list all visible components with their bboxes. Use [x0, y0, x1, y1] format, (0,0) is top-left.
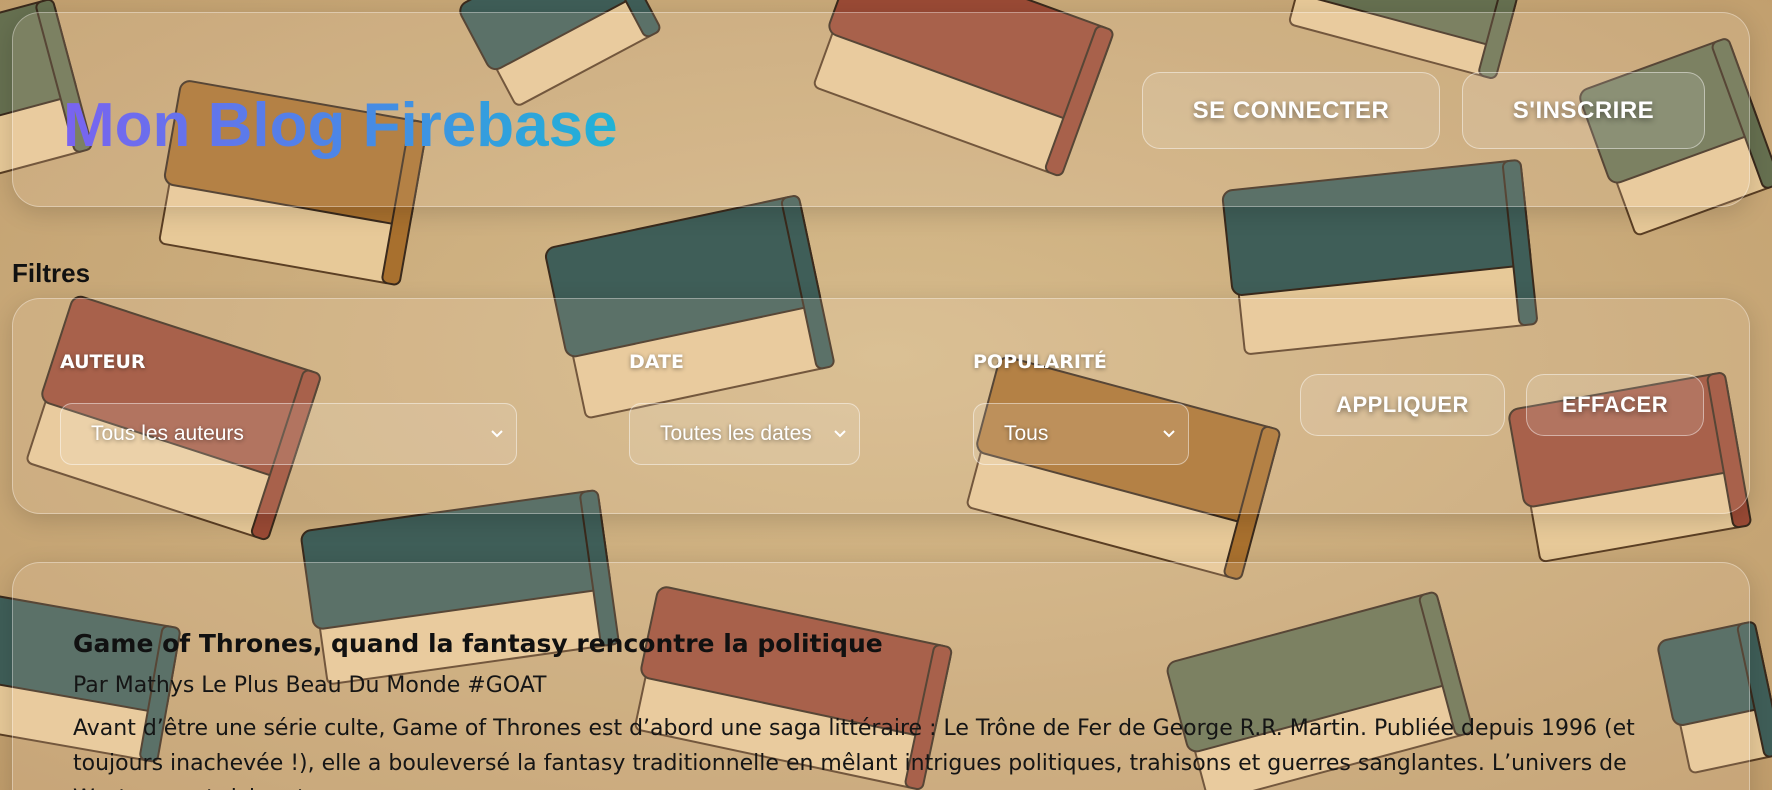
apply-filters-button[interactable]: APPLIQUER [1300, 374, 1505, 436]
post-card[interactable]: Game of Thrones, quand la fantasy rencon… [12, 562, 1750, 790]
login-button[interactable]: SE CONNECTER [1142, 72, 1440, 149]
chevron-down-icon [491, 430, 503, 438]
popularity-select-value: Tous [1004, 422, 1049, 445]
site-logo-title[interactable]: Mon Blog Firebase [63, 83, 618, 169]
popularity-select[interactable]: Tous [973, 403, 1189, 465]
author-select-value: Tous les auteurs [91, 422, 244, 445]
author-filter-label: AUTEUR [60, 351, 146, 373]
post-byline: Par Mathys Le Plus Beau Du Monde #GOAT [73, 673, 547, 698]
author-select[interactable]: Tous les auteurs [60, 403, 517, 465]
post-title[interactable]: Game of Thrones, quand la fantasy rencon… [73, 629, 883, 658]
signup-button[interactable]: S'INSCRIRE [1462, 72, 1705, 149]
filters-panel: AUTEUR Tous les auteurs DATE Toutes les … [12, 298, 1750, 514]
post-excerpt: Avant d’être une série culte, Game of Th… [73, 716, 1635, 790]
popularity-filter-label: POPULARITÉ [973, 351, 1107, 373]
filters-heading: Filtres [12, 258, 91, 288]
chevron-down-icon [1163, 430, 1175, 438]
chevron-down-icon [834, 430, 846, 438]
date-select[interactable]: Toutes les dates [629, 403, 860, 465]
site-header: Mon Blog Firebase SE CONNECTER S'INSCRIR… [12, 12, 1750, 207]
date-select-value: Toutes les dates [660, 422, 812, 445]
date-filter-label: DATE [629, 351, 684, 373]
clear-filters-button[interactable]: EFFACER [1526, 374, 1704, 436]
